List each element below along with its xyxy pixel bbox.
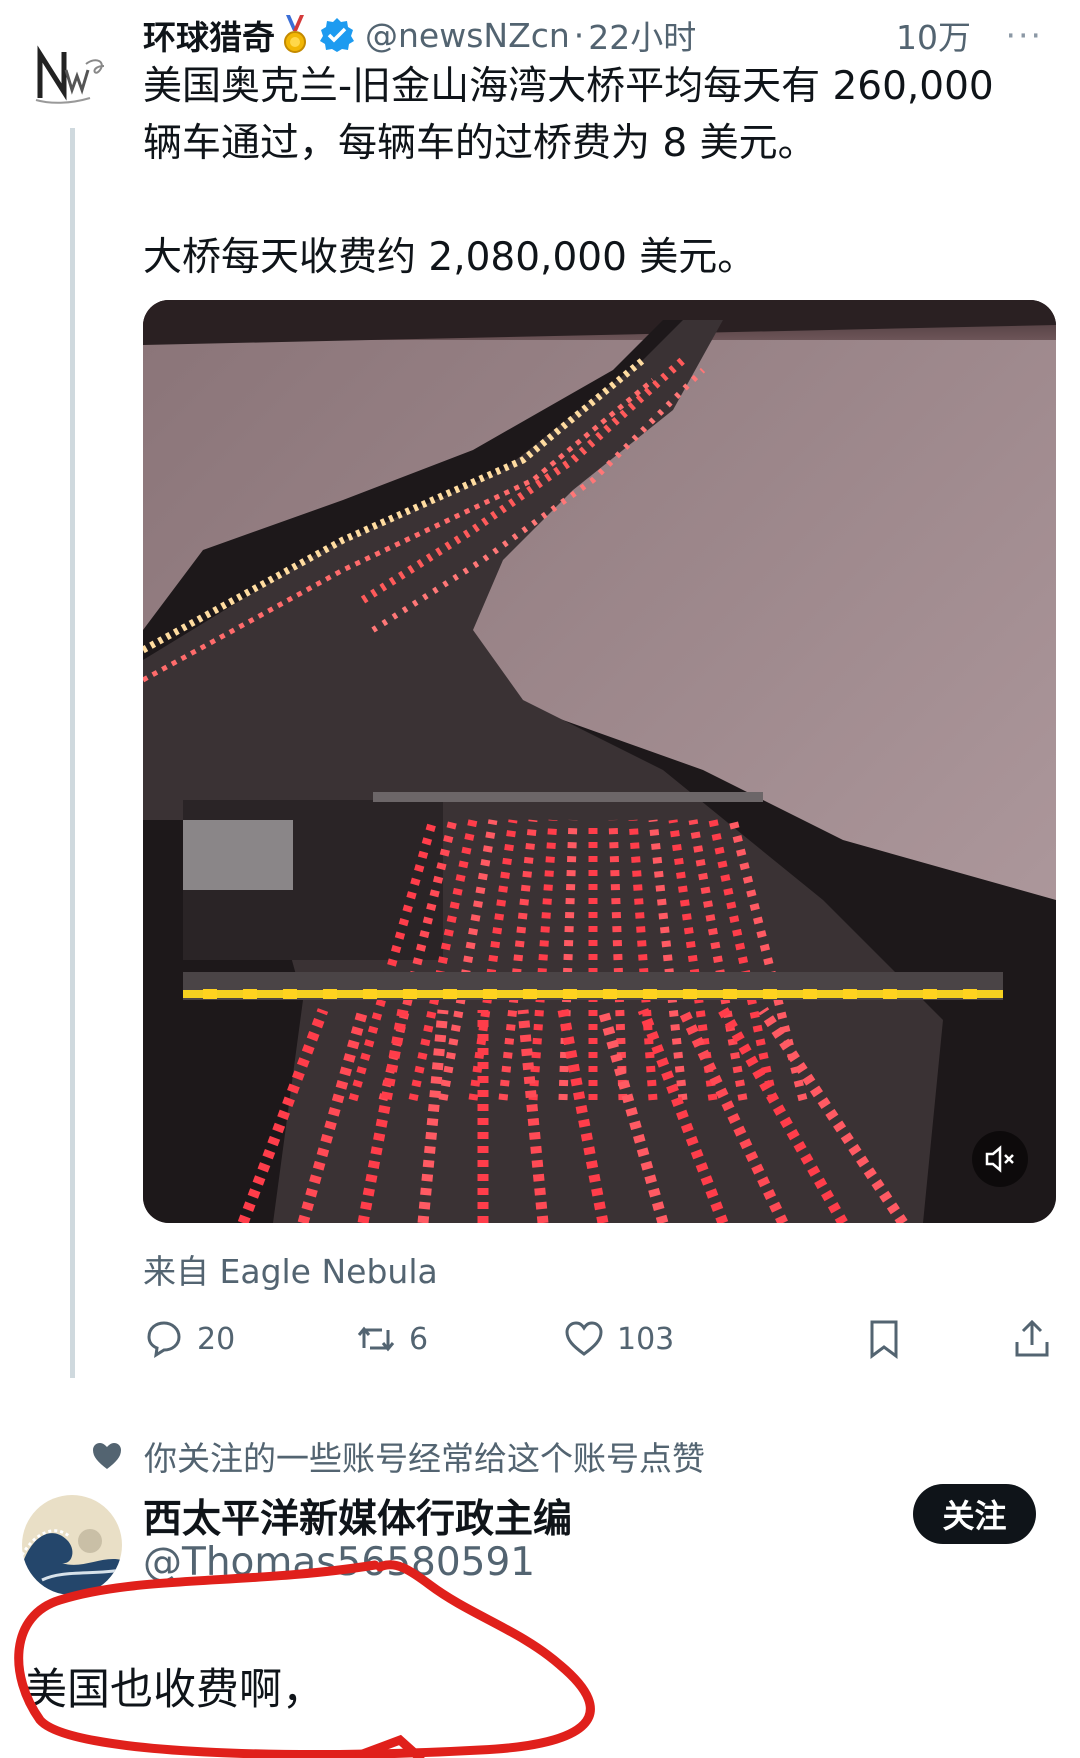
- reply-button[interactable]: 20: [143, 1318, 235, 1360]
- like-count: 103: [617, 1321, 675, 1357]
- social-context-text: 你关注的一些账号经常给这个账号点赞: [144, 1439, 705, 1478]
- thread-line: [70, 128, 75, 1378]
- bookmark-icon: [870, 1320, 898, 1359]
- author-name[interactable]: 环球猎奇: [143, 11, 275, 59]
- share-button[interactable]: [1011, 1318, 1053, 1360]
- more-options-icon[interactable]: ···: [1006, 16, 1043, 55]
- tweet-header: 环球猎奇 @newsNZcn · 22小时 10万 ···: [143, 10, 1063, 60]
- reply-count: 20: [197, 1321, 236, 1357]
- bridge-toll-plaza-image: [143, 300, 1056, 1223]
- verified-badge-icon: [320, 18, 354, 52]
- heart-icon: [565, 1321, 603, 1356]
- author-handle[interactable]: @newsNZcn: [365, 16, 570, 55]
- retweet-button[interactable]: 6: [355, 1318, 428, 1360]
- dot-separator: ·: [573, 15, 585, 55]
- retweet-icon: [357, 1326, 395, 1352]
- view-count[interactable]: 10万: [896, 11, 971, 59]
- tweet-actions: 20 6 103: [143, 1318, 1063, 1378]
- bookmark-button[interactable]: [863, 1318, 905, 1360]
- social-context: 你关注的一些账号经常给这个账号点赞: [90, 1432, 705, 1480]
- reply-author-name[interactable]: 西太平洋新媒体行政主编: [143, 1488, 572, 1544]
- like-button[interactable]: 103: [563, 1318, 674, 1360]
- tweet-video[interactable]: [143, 300, 1056, 1223]
- tweet-time[interactable]: 22小时: [588, 11, 696, 59]
- share-icon: [1015, 1319, 1049, 1357]
- follow-button[interactable]: 关注: [913, 1484, 1036, 1544]
- reply-icon: [147, 1321, 181, 1358]
- mute-icon: [985, 1145, 1014, 1173]
- author-avatar-logo[interactable]: [30, 40, 110, 110]
- source-label: 来自 Eagle Nebula: [143, 1252, 438, 1291]
- tweet-text: 美国奥克兰-旧金山海湾大桥平均每天有 260,000 辆车通过，每辆车的过桥费为…: [143, 64, 994, 280]
- medal-icon: [284, 15, 306, 53]
- mute-button[interactable]: [972, 1131, 1028, 1187]
- retweet-count: 6: [409, 1321, 429, 1357]
- heart-filled-icon: [93, 1443, 121, 1469]
- red-circle-annotation: [14, 1560, 595, 1758]
